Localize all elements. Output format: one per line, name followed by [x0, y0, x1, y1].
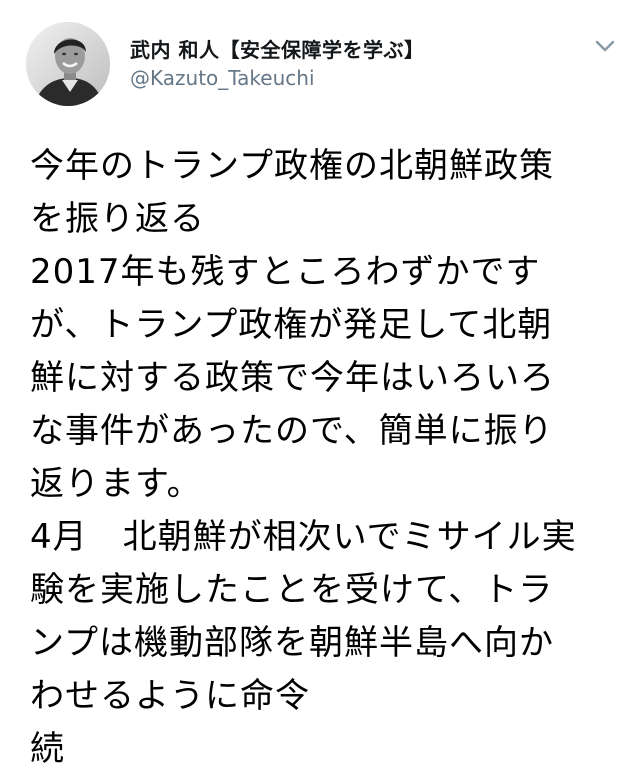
tweet-text-line: ンプは機動部隊を朝鮮半島へ向か	[30, 623, 554, 663]
tweet-text-line: 今年のトランプ政権の北朝鮮政策	[30, 146, 554, 186]
tweet-card: 武内 和人【安全保障学を学ぶ】 @Kazuto_Takeuchi 今年のトランプ…	[0, 0, 640, 779]
tweet-text-line: わせるように命令	[30, 676, 310, 716]
tweet-text: 今年のトランプ政権の北朝鮮政策 を振り返る 2017年も残すところわずかです が…	[30, 140, 620, 776]
avatar[interactable]	[26, 22, 110, 106]
tweet-text-line: 4月 北朝鮮が相次いでミサイル実	[30, 517, 577, 557]
tweet-text-line: な事件があったので、簡単に振り	[30, 411, 554, 451]
author-handle[interactable]: @Kazuto_Takeuchi	[130, 66, 315, 90]
tweet-text-line: 続	[30, 729, 65, 769]
tweet-text-line: 鮮に対する政策で今年はいろいろ	[30, 358, 555, 398]
tweet-text-line: が、トランプ政権が発足して北朝	[30, 305, 553, 345]
tweet-text-line: 2017年も残すところわずかです	[30, 252, 541, 292]
tweet-text-line: 返ります。	[30, 464, 202, 504]
author-display-name[interactable]: 武内 和人【安全保障学を学ぶ】	[130, 34, 424, 63]
avatar-photo	[26, 22, 110, 106]
chevron-down-icon[interactable]	[592, 36, 618, 56]
tweet-text-line: を振り返る	[30, 199, 205, 239]
tweet-text-line: 験を実施したことを受けて、トラ	[30, 570, 554, 610]
